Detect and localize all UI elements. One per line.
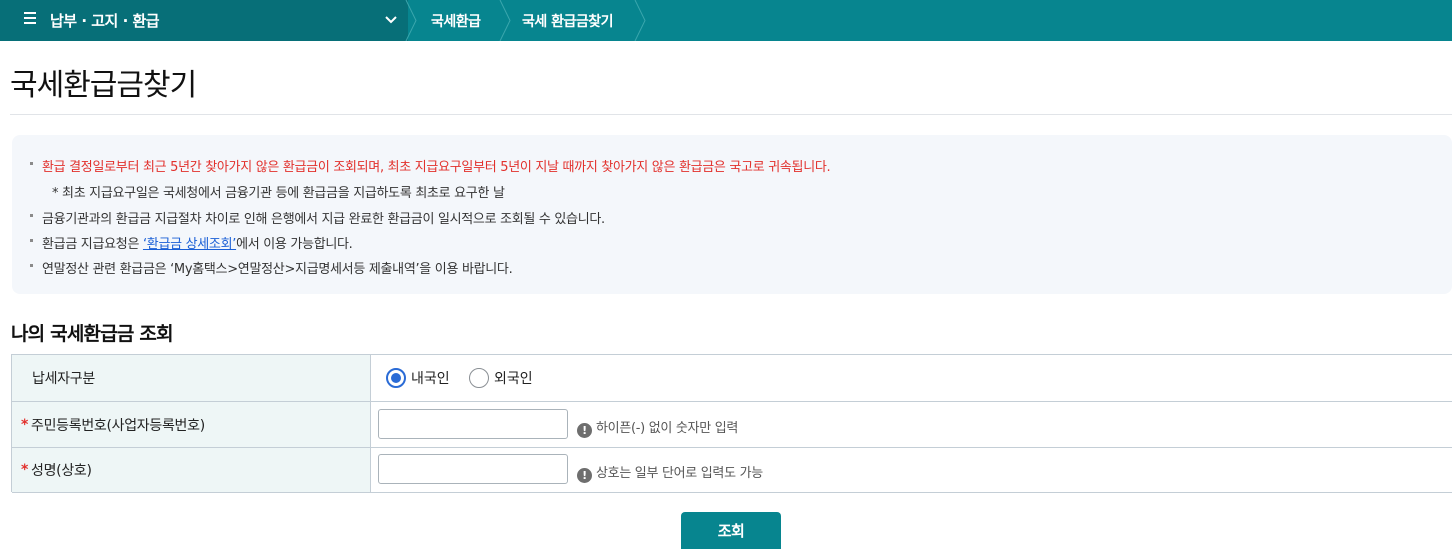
refund-search-form: 납세자구분 내국인 외국인 * 주민등록번호(사업자등록번호) ! 하이픈(-) … bbox=[11, 354, 1452, 493]
notice-text: 금융기관과의 환급금 지급절차 차이로 인해 은행에서 지급 완료한 환급금이 … bbox=[42, 212, 605, 227]
hint-text: 상호는 일부 단어로 입력도 가능 bbox=[596, 466, 763, 481]
name-input[interactable] bbox=[378, 454, 568, 484]
hint-text: 하이픈(-) 없이 숫자만 입력 bbox=[596, 421, 739, 436]
notice-text: 환급금 지급요청은 bbox=[42, 237, 143, 252]
breadcrumb-item-tax-refund[interactable]: 국세환급 bbox=[431, 11, 481, 31]
chevron-down-icon[interactable] bbox=[384, 12, 398, 26]
notice-text: 연말정산 관련 환급금은 ‘My홈택스>연말정산>지급명세서등 제출내역’을 이… bbox=[42, 262, 513, 277]
id-number-label: 주민등록번호(사업자등록번호) bbox=[31, 417, 205, 434]
notice-line: 연말정산 관련 환급금은 ‘My홈택스>연말정산>지급명세서등 제출내역’을 이… bbox=[30, 258, 513, 277]
info-icon: ! bbox=[577, 423, 592, 438]
bullet-icon bbox=[30, 264, 33, 267]
refund-detail-link[interactable]: ‘환급금 상세조회’ bbox=[143, 237, 236, 252]
top-nav-bar: 납부 · 고지 · 환급 국세환급 국세 환급금찾기 bbox=[0, 0, 1452, 41]
title-divider bbox=[10, 114, 1452, 115]
breadcrumb-separator-icon bbox=[634, 0, 646, 41]
notice-box: 환급 결정일로부터 최근 5년간 찾아가지 않은 환급금이 조회되며, 최초 지… bbox=[12, 135, 1452, 294]
name-label: 성명(상호) bbox=[31, 463, 92, 479]
required-mark: * bbox=[21, 416, 29, 433]
required-mark: * bbox=[21, 462, 29, 478]
notice-line: 금융기관과의 환급금 지급절차 차이로 인해 은행에서 지급 완료한 환급금이 … bbox=[30, 208, 605, 227]
radio-label: 내국인 bbox=[411, 371, 450, 387]
bullet-icon bbox=[30, 239, 33, 242]
form-row-taxpayer-type: 납세자구분 내국인 외국인 bbox=[12, 355, 1452, 402]
id-number-hint: ! 하이픈(-) 없이 숫자만 입력 bbox=[577, 417, 738, 438]
breadcrumb-separator-icon bbox=[499, 0, 511, 41]
page-title: 국세환급금찾기 bbox=[10, 68, 197, 103]
info-icon: ! bbox=[577, 468, 592, 483]
bullet-icon bbox=[30, 214, 33, 217]
radio-checked-icon[interactable] bbox=[386, 368, 406, 388]
id-number-input[interactable] bbox=[378, 409, 568, 439]
menu-title[interactable]: 납부 · 고지 · 환급 bbox=[50, 10, 160, 31]
search-button[interactable]: 조회 bbox=[681, 512, 781, 549]
form-label-cell: * 성명(상호) bbox=[12, 448, 371, 492]
radio-label: 외국인 bbox=[494, 371, 533, 387]
form-row-name: * 성명(상호) ! 상호는 일부 단어로 입력도 가능 bbox=[12, 448, 1452, 493]
breadcrumb-separator-icon bbox=[405, 0, 417, 41]
form-row-id-number: * 주민등록번호(사업자등록번호) ! 하이픈(-) 없이 숫자만 입력 bbox=[12, 402, 1452, 448]
form-label-cell: 납세자구분 bbox=[12, 355, 371, 401]
notice-line: 환급금 지급요청은 ‘환급금 상세조회’에서 이용 가능합니다. bbox=[30, 233, 353, 252]
bullet-icon bbox=[30, 162, 33, 165]
taxpayer-type-label: 납세자구분 bbox=[32, 371, 95, 387]
radio-unchecked-icon[interactable] bbox=[469, 368, 489, 388]
section-title: 나의 국세환급금 조회 bbox=[11, 323, 174, 345]
notice-text: 에서 이용 가능합니다. bbox=[236, 237, 353, 252]
notice-subline: * 최초 지급요구일은 국세청에서 금융기관 등에 환급금을 지급하도록 최초로… bbox=[52, 182, 505, 201]
hamburger-icon[interactable] bbox=[24, 12, 36, 28]
name-hint: ! 상호는 일부 단어로 입력도 가능 bbox=[577, 462, 763, 483]
notice-line: 환급 결정일로부터 최근 5년간 찾아가지 않은 환급금이 조회되며, 최초 지… bbox=[30, 156, 831, 175]
radio-foreign[interactable]: 외국인 bbox=[469, 368, 533, 388]
radio-domestic[interactable]: 내국인 bbox=[386, 368, 450, 388]
menu-selector[interactable]: 납부 · 고지 · 환급 bbox=[0, 0, 408, 41]
notice-text: * 최초 지급요구일은 국세청에서 금융기관 등에 환급금을 지급하도록 최초로… bbox=[52, 186, 505, 201]
breadcrumb-item-refund-finder[interactable]: 국세 환급금찾기 bbox=[522, 11, 614, 31]
form-label-cell: * 주민등록번호(사업자등록번호) bbox=[12, 402, 371, 447]
notice-text: 환급 결정일로부터 최근 5년간 찾아가지 않은 환급금이 조회되며, 최초 지… bbox=[42, 160, 831, 175]
